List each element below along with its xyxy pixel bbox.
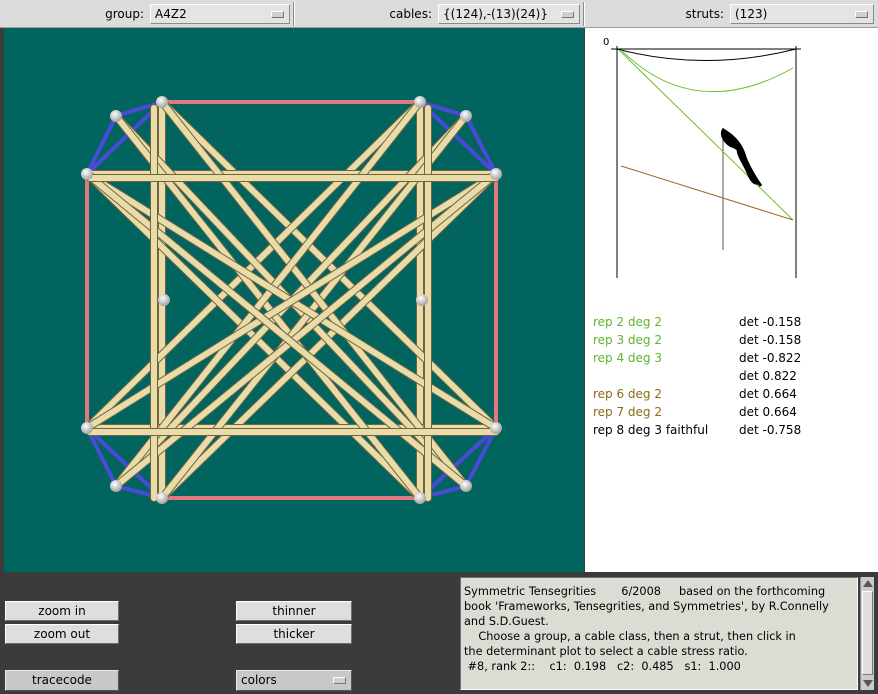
info-line: #8, rank 2:: c1: 0.198 c2: 0.485 s1: 1.0… (464, 660, 741, 673)
rep-row[interactable]: rep 3 deg 2 det -0.158 (593, 331, 873, 349)
rep-det: det -0.158 (739, 315, 802, 329)
plot-line-brown (620, 165, 794, 221)
info-line: Symmetric Tensegrities 6/2008 based on t… (464, 585, 826, 598)
zoom-out-button[interactable]: zoom out (5, 624, 119, 644)
node (414, 96, 426, 108)
dropdown-arrow-icon (561, 11, 574, 18)
node (490, 422, 502, 434)
scroll-down-icon[interactable] (863, 680, 873, 687)
cables-dropdown[interactable]: {(124),-(13)(24)} (438, 4, 580, 24)
determinant-panel: 0 rep 2 deg 2 det -0.158 rep 3 deg 2 det… (585, 28, 878, 572)
info-line: and S.D.Guest. (464, 615, 549, 628)
group-label: group: (105, 7, 144, 21)
info-line: Choose a group, a cable class, then a st… (464, 630, 796, 643)
node (460, 480, 472, 492)
rep-name: rep 3 deg 2 (593, 333, 662, 347)
rep-row[interactable]: rep 8 deg 3 faithful det -0.758 (593, 421, 873, 439)
node (158, 294, 170, 306)
dropdown-arrow-icon (333, 677, 346, 684)
rep-row[interactable]: rep 6 deg 2 det 0.664 (593, 385, 873, 403)
plot-curve-green (620, 49, 794, 93)
cables-selector: cables: {(124),-(13)(24)} (296, 3, 582, 25)
tensegrity-3d-view[interactable] (4, 28, 584, 572)
rep-name: rep 4 deg 3 (593, 351, 662, 365)
struts (83, 98, 500, 502)
rep-row[interactable]: rep 2 deg 2 det -0.158 (593, 313, 873, 331)
node (414, 492, 426, 504)
toolbar-divider (583, 2, 585, 26)
node (81, 168, 93, 180)
blue-cable (464, 114, 498, 176)
plot-zero-label: 0 (603, 37, 610, 48)
cables-label: cables: (389, 7, 432, 21)
thinner-button[interactable]: thinner (236, 601, 352, 621)
node (460, 110, 472, 122)
blue-cable (464, 426, 498, 488)
blue-cable (85, 114, 118, 176)
struts-selector: struts: (123) (586, 3, 876, 25)
thicker-button[interactable]: thicker (236, 624, 352, 644)
dropdown-arrow-icon (271, 11, 284, 18)
node (490, 168, 502, 180)
dropdown-arrow-icon (855, 11, 868, 18)
info-line: the determinant plot to select a cable s… (464, 645, 748, 658)
group-value: A4Z2 (155, 7, 187, 21)
plot-curve-black (616, 48, 797, 61)
rep-name: rep 8 deg 3 faithful (593, 423, 709, 437)
group-dropdown[interactable]: A4Z2 (150, 4, 290, 24)
colors-label: colors (241, 673, 277, 687)
tracecode-button[interactable]: tracecode (5, 670, 119, 691)
struts-label: struts: (685, 7, 725, 21)
group-selector: group: A4Z2 (0, 3, 292, 25)
rep-name: rep 7 deg 2 (593, 405, 662, 419)
struts-value: (123) (735, 7, 768, 21)
rep-det: det 0.822 (739, 369, 797, 383)
top-toolbar: group: A4Z2 cables: {(124),-(13)(24)} st… (0, 0, 878, 28)
info-scrollbar[interactable] (860, 577, 874, 690)
strut (84, 171, 469, 489)
zoom-in-button[interactable]: zoom in (5, 601, 119, 621)
node (110, 110, 122, 122)
tensegrity-render (81, 96, 502, 504)
struts-dropdown[interactable]: (123) (730, 4, 874, 24)
node (416, 294, 428, 306)
plot-line-green (618, 49, 794, 221)
scroll-thumb[interactable] (862, 591, 873, 675)
cables-value: {(124),-(13)(24)} (443, 7, 548, 21)
scroll-up-icon[interactable] (863, 580, 873, 587)
rep-row[interactable]: det 0.822 (593, 367, 873, 385)
node (110, 480, 122, 492)
blue-cable (85, 426, 118, 488)
representation-list: rep 2 deg 2 det -0.158 rep 3 deg 2 det -… (593, 313, 873, 439)
rep-det: det -0.758 (739, 423, 802, 437)
strut (113, 171, 499, 489)
toolbar-divider (293, 2, 295, 26)
node (156, 492, 168, 504)
info-line: book 'Frameworks, Tensegrities, and Symm… (464, 600, 829, 613)
rep-row[interactable]: rep 7 deg 2 det 0.664 (593, 403, 873, 421)
rep-det: det 0.664 (739, 387, 797, 401)
determinant-plot[interactable] (585, 28, 878, 288)
tensegrity-app: group: A4Z2 cables: {(124),-(13)(24)} st… (0, 0, 878, 694)
colors-dropdown[interactable]: colors (236, 670, 352, 691)
info-text-area[interactable]: Symmetric Tensegrities 6/2008 based on t… (460, 577, 858, 690)
node (156, 96, 168, 108)
rep-det: det -0.158 (739, 333, 802, 347)
rep-name: rep 2 deg 2 (593, 315, 662, 329)
rep-name: rep 6 deg 2 (593, 387, 662, 401)
rep-det: det 0.664 (739, 405, 797, 419)
rep-row[interactable]: rep 4 deg 3 det -0.822 (593, 349, 873, 367)
node (81, 422, 93, 434)
rep-det: det -0.822 (739, 351, 802, 365)
